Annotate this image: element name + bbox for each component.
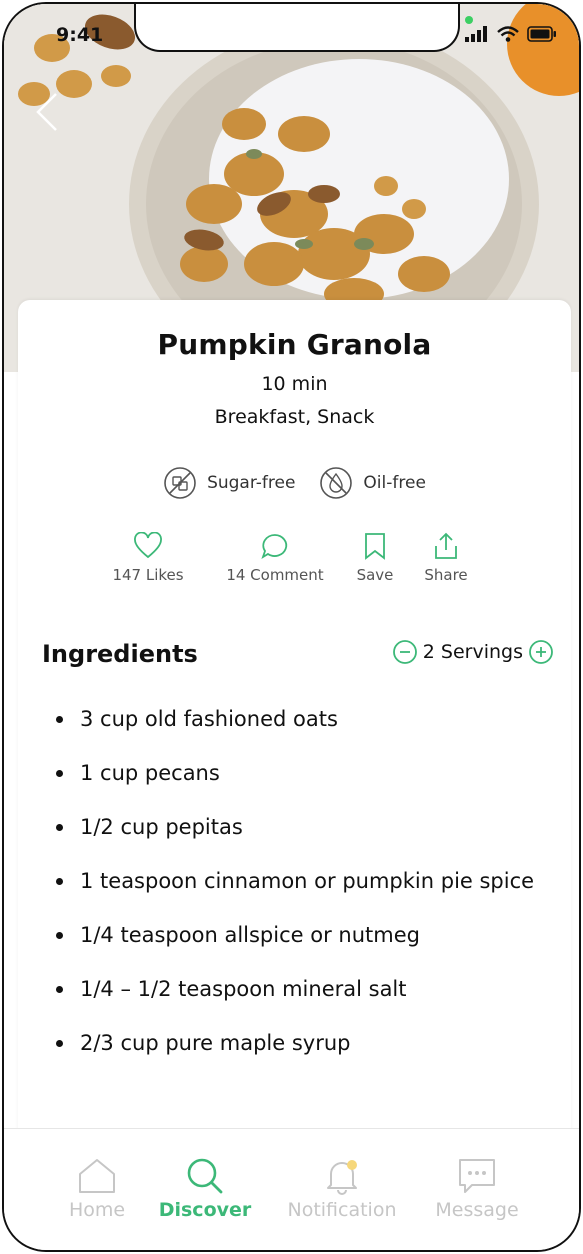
ingredient-item: 1 cup pecans: [56, 746, 546, 800]
ingredient-item: 2/3 cup pure maple syrup: [56, 1016, 546, 1070]
recipe-card: Pumpkin Granola 10 min Breakfast, Snack …: [18, 300, 571, 1200]
bottom-tab-bar: Home Discover Notification Message: [4, 1128, 579, 1250]
ingredient-item: 3 cup old fashioned oats: [56, 692, 546, 746]
save-button[interactable]: Save: [354, 532, 396, 584]
back-button[interactable]: [32, 90, 68, 134]
recipe-actions: 147 Likes 14 Comment Save Share: [110, 532, 490, 592]
tab-notification[interactable]: Notification: [282, 1157, 402, 1221]
tag-oil-free: Oil-free: [319, 466, 426, 500]
recipe-categories: Breakfast, Snack: [214, 406, 375, 428]
status-icons: [465, 26, 557, 42]
recipe-time: 10 min: [261, 373, 328, 395]
tag-sugar-free-label: Sugar-free: [207, 473, 296, 493]
message-icon: [459, 1159, 495, 1193]
tag-oil-free-label: Oil-free: [363, 473, 426, 493]
status-time: 9:41: [56, 24, 104, 46]
device-notch: [134, 4, 460, 52]
phone-frame: 9:41 Pumpkin Granola 10 min Breakfast, S…: [2, 2, 581, 1252]
bookmark-icon: [365, 533, 385, 560]
ingredients-heading: Ingredients: [42, 640, 198, 668]
camera-indicator-dot: [465, 16, 473, 24]
likes-count: 147 Likes: [112, 566, 184, 584]
recipe-title: Pumpkin Granola: [157, 328, 432, 361]
ingredient-item: 1/2 cup pepitas: [56, 800, 546, 854]
home-icon: [79, 1159, 115, 1193]
share-icon: [435, 532, 457, 559]
ingredients-list: 3 cup old fashioned oats 1 cup pecans 1/…: [56, 692, 546, 1070]
comment-icon: [261, 534, 288, 560]
chevron-left-icon: [36, 93, 57, 131]
no-oil-icon: [320, 467, 353, 499]
tab-home[interactable]: Home: [64, 1157, 130, 1221]
ingredient-item: 1/4 – 1/2 teaspoon mineral salt: [56, 962, 546, 1016]
no-sugar-icon: [164, 467, 196, 499]
tab-message[interactable]: Message: [430, 1157, 524, 1221]
ingredient-item: 1 teaspoon cinnamon or pumpkin pie spice: [56, 854, 546, 908]
cellular-signal-icon: [465, 26, 487, 42]
battery-icon: [527, 26, 556, 42]
like-button[interactable]: 147 Likes: [110, 532, 186, 584]
comments-count: 14 Comment: [226, 566, 324, 584]
share-button[interactable]: Share: [420, 532, 472, 584]
ingredient-item: 1/4 teaspoon allspice or nutmeg: [56, 908, 546, 962]
tab-message-label: Message: [435, 1199, 519, 1221]
servings-control: 2 Servings: [392, 640, 553, 664]
tab-notification-label: Notification: [287, 1199, 397, 1221]
increase-servings-icon[interactable]: [529, 640, 553, 664]
heart-icon: [134, 532, 162, 559]
save-label: Save: [356, 566, 394, 584]
tab-discover[interactable]: Discover: [158, 1157, 252, 1221]
tag-sugar-free: Sugar-free: [163, 466, 295, 500]
bell-icon: [327, 1160, 357, 1195]
search-icon: [187, 1158, 223, 1194]
tab-home-label: Home: [68, 1199, 126, 1221]
tab-discover-label: Discover: [158, 1199, 252, 1221]
diet-tags: Sugar-free Oil-free: [18, 466, 571, 500]
comment-button[interactable]: 14 Comment: [225, 532, 325, 584]
servings-count: 2 Servings: [422, 641, 523, 663]
decrease-servings-icon[interactable]: [392, 640, 417, 664]
wifi-icon: [497, 26, 519, 42]
share-label: Share: [424, 566, 468, 584]
